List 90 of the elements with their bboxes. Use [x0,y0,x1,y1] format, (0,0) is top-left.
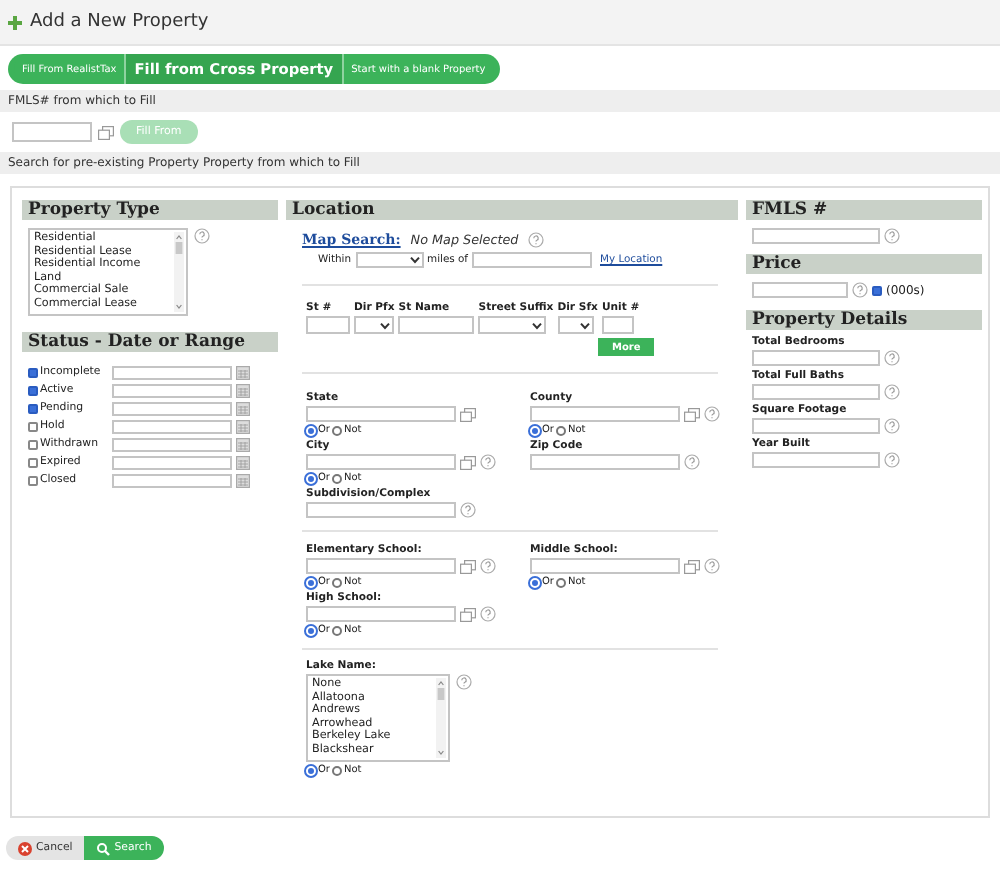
panel-heading: Status - Date or Range [22,332,278,352]
input-field[interactable] [752,418,880,434]
panel-heading: Property Type [22,200,278,220]
calendar-icon[interactable] [236,419,250,433]
input-field[interactable] [306,558,456,574]
input-field[interactable] [530,454,680,470]
picker-icon[interactable] [98,125,114,139]
calendar-icon[interactable] [236,437,250,451]
input-field[interactable] [472,252,592,268]
cancel-icon [18,841,32,855]
select-field[interactable] [355,252,424,268]
checkbox[interactable] [28,457,38,467]
calendar-icon[interactable] [236,473,250,487]
date-field[interactable] [112,365,232,379]
input-field[interactable] [752,384,880,400]
input-field[interactable] [306,406,456,422]
checkbox[interactable] [28,439,38,449]
input-field[interactable] [752,350,880,366]
date-field[interactable] [112,473,232,487]
input-field[interactable] [752,228,880,244]
radio-button[interactable] [332,473,342,483]
search-icon [96,841,111,855]
date-field[interactable] [112,383,232,397]
input-field[interactable] [306,502,456,518]
input-field[interactable] [530,558,680,574]
plus-icon [8,15,22,29]
input-field[interactable] [752,452,880,468]
checkbox[interactable] [28,421,38,431]
picker-icon[interactable] [460,559,476,573]
panel-heading: Property Details [746,310,982,330]
help-icon[interactable] [884,418,900,434]
calendar-icon[interactable] [236,383,250,397]
help-icon[interactable] [884,350,900,366]
checkbox[interactable] [28,403,38,413]
input-field[interactable] [398,316,475,334]
help-icon[interactable] [884,384,900,400]
calendar-icon[interactable] [236,365,250,379]
radio-button[interactable] [556,425,566,435]
help-icon[interactable] [480,606,496,622]
panel-heading: FMLS # [746,200,982,220]
caret-icon [380,321,390,329]
input-field[interactable] [12,122,92,142]
input-field[interactable] [530,406,680,422]
help-icon[interactable] [194,228,210,244]
help-icon[interactable] [480,558,496,574]
help-icon[interactable] [704,558,720,574]
help-icon[interactable] [456,674,472,690]
checkbox[interactable] [28,367,38,377]
date-field[interactable] [112,455,232,469]
help-icon[interactable] [884,228,900,244]
date-field[interactable] [112,437,232,451]
caret-icon [532,321,543,329]
picker-icon[interactable] [460,407,476,421]
input-field[interactable] [752,282,848,298]
scrollbar-icon[interactable] [436,678,446,758]
scrollbar-icon[interactable] [174,232,184,312]
picker-icon[interactable] [684,559,700,573]
date-field[interactable] [112,401,232,415]
help-icon[interactable] [684,454,700,470]
select-field[interactable] [557,316,594,334]
checkbox[interactable] [872,285,882,295]
caret-icon [409,256,420,264]
radio-button[interactable] [332,577,342,587]
radio-button[interactable] [332,765,342,775]
picker-icon[interactable] [460,455,476,469]
radio-button[interactable] [556,577,566,587]
panel-heading: Location [286,200,738,220]
caret-icon [579,321,590,329]
select-field[interactable] [354,316,394,334]
checkbox[interactable] [28,385,38,395]
radio-button[interactable] [332,425,342,435]
help-icon[interactable] [704,406,720,422]
help-icon[interactable] [480,454,496,470]
input-field[interactable] [601,316,634,334]
calendar-icon[interactable] [236,455,250,469]
input-field[interactable] [306,316,350,334]
checkbox[interactable] [28,475,38,485]
help-icon[interactable] [884,452,900,468]
picker-icon[interactable] [460,607,476,621]
page-title: Add a New Property [30,12,209,32]
radio-button[interactable] [332,625,342,635]
select-field[interactable] [478,316,547,334]
calendar-icon[interactable] [236,401,250,415]
date-field[interactable] [112,419,232,433]
input-field[interactable] [306,454,456,470]
help-icon[interactable] [460,502,476,518]
input-field[interactable] [306,606,456,622]
help-icon[interactable] [528,231,545,247]
picker-icon[interactable] [684,407,700,421]
panel-heading: Price [746,254,982,274]
